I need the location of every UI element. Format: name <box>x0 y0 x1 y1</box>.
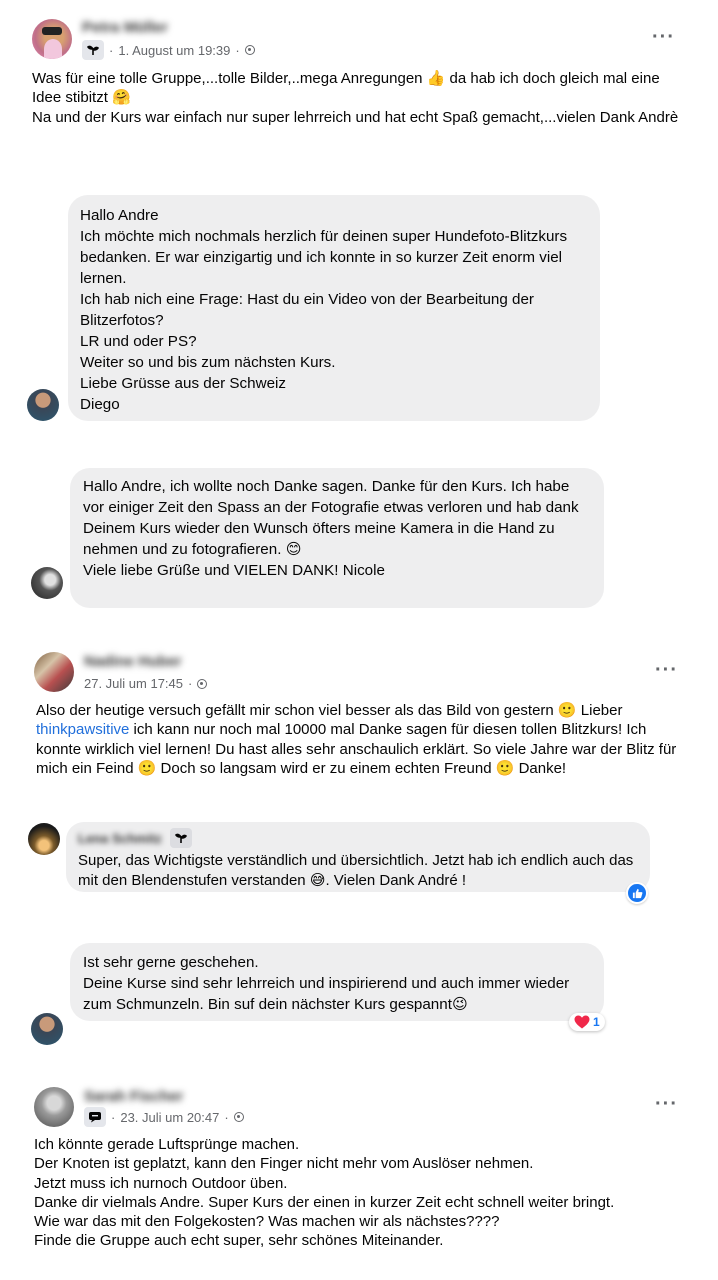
post-meta: 27. Juli um 17:45 · <box>84 676 208 691</box>
avatar <box>27 389 59 421</box>
avatar[interactable] <box>32 19 72 59</box>
comment-bubble: Lena Schmitz Super, das Wichtigste verst… <box>66 822 650 892</box>
message-text: Hallo Andre, ich wollte noch Danke sagen… <box>83 478 579 579</box>
globe-icon <box>233 1112 244 1122</box>
message-bubble: Hallo Andre Ich möchte mich nochmals her… <box>68 195 600 421</box>
post-text: Also der heutige versuch gefällt mir sch… <box>36 701 686 778</box>
meta-dot: · <box>224 1109 229 1125</box>
like-reaction-icon[interactable] <box>626 882 648 904</box>
post-text-part: ich kann nur noch mal 10000 mal Danke sa… <box>36 721 677 777</box>
author-name[interactable]: Nadine Huber <box>84 653 182 670</box>
message-bubble: Ist sehr gerne geschehen. Deine Kurse si… <box>70 943 604 1021</box>
avatar[interactable] <box>34 1087 74 1127</box>
meta-dot: · <box>111 1109 116 1125</box>
meta-dot: · <box>235 42 240 58</box>
avatar <box>31 567 63 599</box>
post-text: Was für eine tolle Gruppe,...tolle Bilde… <box>32 70 679 126</box>
post-text-part: Also der heutige versuch gefällt mir sch… <box>36 702 623 719</box>
meta-dot: · <box>188 676 193 691</box>
avatar[interactable] <box>34 652 74 692</box>
heart-reaction-icon <box>574 1015 590 1029</box>
more-options-icon[interactable]: ··· <box>655 1094 678 1114</box>
more-options-icon[interactable]: ··· <box>655 660 678 680</box>
mention-link[interactable]: thinkpawsitive <box>36 721 129 738</box>
post-text: Ich könnte gerade Luftsprünge machen. De… <box>34 1136 615 1250</box>
message-text: Hallo Andre Ich möchte mich nochmals her… <box>80 207 568 413</box>
reaction-count: 1 <box>593 1015 600 1029</box>
avatar[interactable] <box>28 823 60 855</box>
comment-author[interactable]: Lena Schmitz <box>78 831 162 846</box>
post-meta: · 1. August um 19:39 · <box>82 40 255 60</box>
post-timestamp[interactable]: 23. Juli um 20:47 <box>120 1110 219 1125</box>
meta-dot: · <box>109 42 114 58</box>
message-text: Ist sehr gerne geschehen. Deine Kurse si… <box>83 954 570 1013</box>
avatar <box>31 1013 63 1045</box>
author-name[interactable]: Petra Müller <box>82 19 168 36</box>
message-bubble: Hallo Andre, ich wollte noch Danke sagen… <box>70 468 604 608</box>
heart-reaction[interactable]: 1 <box>569 1013 605 1031</box>
author-name[interactable]: Sarah Fischer <box>84 1088 183 1105</box>
member-badge-icon[interactable] <box>82 40 104 60</box>
globe-icon <box>197 678 208 689</box>
more-options-icon[interactable]: ··· <box>652 27 675 47</box>
post-timestamp[interactable]: 1. August um 19:39 <box>118 43 230 58</box>
post-timestamp[interactable]: 27. Juli um 17:45 <box>84 676 183 691</box>
member-badge-icon[interactable] <box>169 828 192 848</box>
comment-text: Super, das Wichtigste verständlich und ü… <box>78 852 634 889</box>
globe-icon <box>244 45 255 55</box>
member-badge-icon[interactable] <box>84 1107 106 1127</box>
post-meta: · 23. Juli um 20:47 · <box>84 1107 244 1127</box>
